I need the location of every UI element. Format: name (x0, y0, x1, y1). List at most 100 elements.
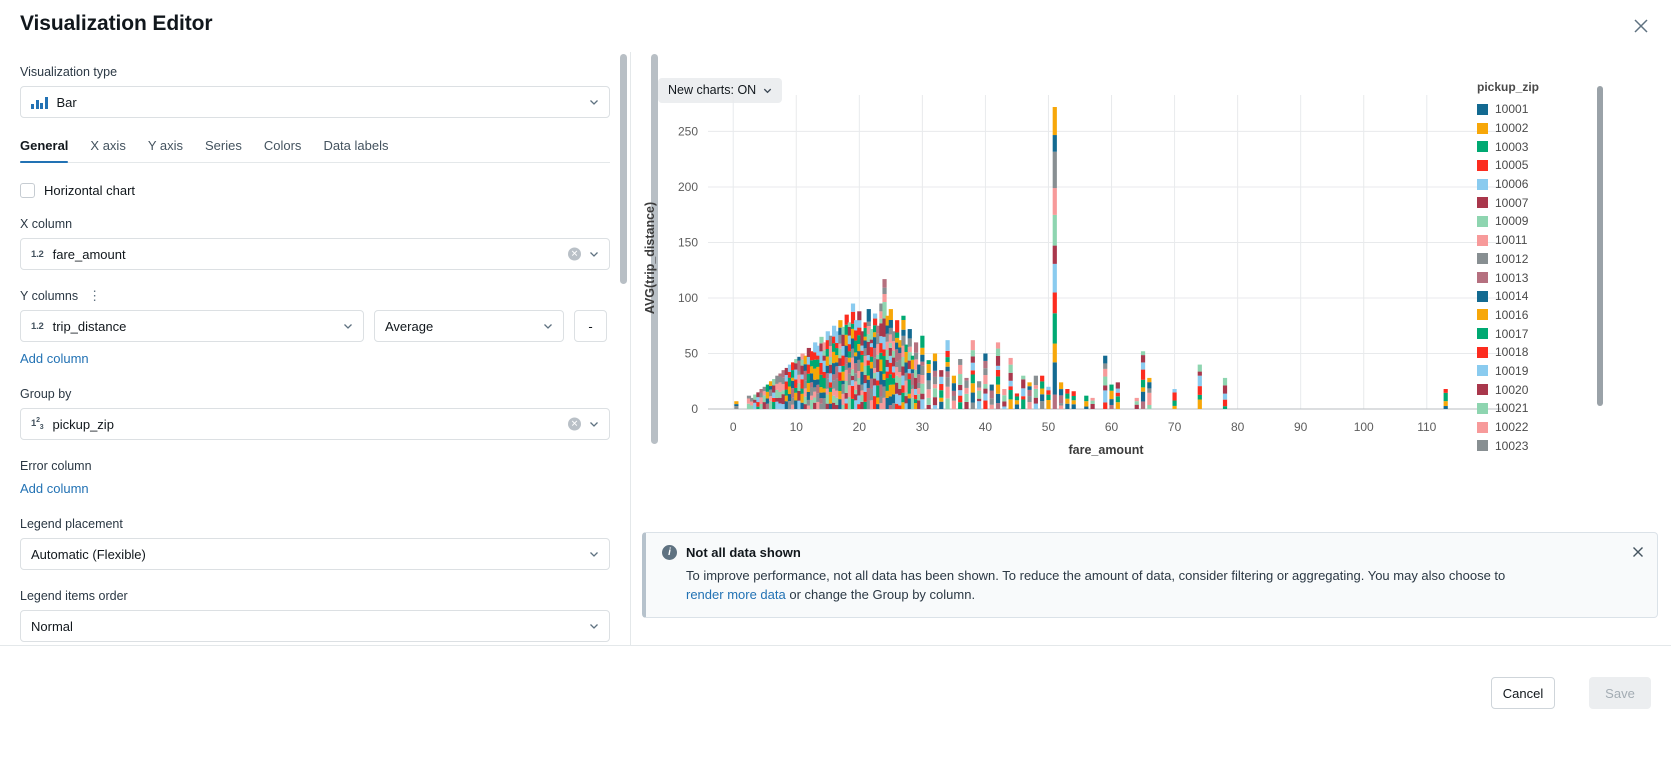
svg-text:150: 150 (678, 235, 698, 249)
legend-item-label: 10018 (1495, 345, 1529, 360)
kebab-menu-icon[interactable]: ⋮ (88, 289, 101, 302)
legend-item-label: 10009 (1495, 214, 1529, 229)
legend-item[interactable]: 10011 (1477, 231, 1597, 250)
clear-icon[interactable]: ✕ (568, 247, 581, 261)
legend-items-order-label: Legend items order (20, 589, 128, 603)
horizontal-chart-row: Horizontal chart (20, 183, 610, 198)
y-aggregation-select[interactable]: Average (374, 310, 564, 342)
modal-footer: Cancel Save (0, 645, 1671, 763)
visualization-editor-modal: Visualization Editor Visualization type … (0, 0, 1671, 763)
column-type-icon: 1.2 (31, 248, 44, 260)
legend-items-order-value: Normal (31, 618, 73, 634)
clear-icon[interactable]: ✕ (568, 417, 581, 431)
x-column-label: X column (20, 217, 73, 231)
legend-item-label: 10023 (1495, 438, 1529, 453)
remove-y-column-button[interactable]: - (574, 310, 607, 342)
tab-colors[interactable]: Colors (253, 138, 313, 162)
legend-item-label: 10016 (1495, 307, 1529, 322)
visualization-type-group: Visualization type Bar (20, 64, 610, 118)
legend-swatch (1477, 402, 1488, 414)
legend-placement-group: Legend placement Automatic (Flexible) (20, 516, 610, 570)
not-all-data-banner: i Not all data shown To improve performa… (642, 532, 1658, 618)
legend-item[interactable]: 10018 (1477, 343, 1597, 362)
tab-data-labels[interactable]: Data labels (312, 138, 399, 162)
legend-item[interactable]: 10019 (1477, 362, 1597, 381)
save-button[interactable]: Save (1589, 677, 1651, 709)
legend-item[interactable]: 10022 (1477, 418, 1597, 437)
render-more-data-link[interactable]: render more data (686, 587, 786, 602)
legend-item[interactable]: 10001 (1477, 100, 1597, 119)
legend-scrollbar[interactable] (1597, 86, 1603, 406)
svg-text:40: 40 (979, 420, 993, 434)
chevron-down-icon (588, 620, 600, 632)
legend-swatch (1477, 103, 1488, 115)
legend-item[interactable]: 10002 (1477, 119, 1597, 138)
close-icon[interactable] (1631, 545, 1645, 559)
legend-swatch (1477, 440, 1488, 452)
legend-item-label: 10019 (1495, 363, 1529, 378)
legend-swatch (1477, 253, 1488, 265)
visualization-type-select[interactable]: Bar (20, 86, 610, 118)
legend-swatch (1477, 215, 1488, 227)
add-y-column-link[interactable]: Add column (20, 351, 89, 366)
preview-panel: New charts: ON 0 50 100 150 200 250 0 10 20 30 40 5… (632, 52, 1671, 645)
legend-item[interactable]: 10016 (1477, 306, 1597, 325)
legend-placement-value: Automatic (Flexible) (31, 546, 146, 562)
chevron-down-icon (588, 248, 600, 260)
y-column-value: trip_distance (52, 318, 127, 334)
chevron-down-icon (588, 418, 600, 430)
legend-item-label: 10022 (1495, 420, 1529, 435)
bar-chart-icon (31, 96, 48, 109)
legend-item[interactable]: 10021 (1477, 399, 1597, 418)
group-by-select[interactable]: 123 pickup_zip ✕ (20, 408, 610, 440)
legend-item[interactable]: 10007 (1477, 193, 1597, 212)
tab-x-axis[interactable]: X axis (79, 138, 136, 162)
legend-swatch (1477, 122, 1488, 134)
legend-swatch (1477, 178, 1488, 190)
legend-item-label: 10014 (1495, 289, 1529, 304)
x-column-value: fare_amount (52, 246, 126, 262)
legend-item-label: 10007 (1495, 195, 1529, 210)
close-icon[interactable] (1631, 16, 1651, 36)
legend-item[interactable]: 10006 (1477, 175, 1597, 194)
group-by-label: Group by (20, 387, 72, 401)
settings-panel: Visualization type Bar General X axis Y … (0, 52, 631, 645)
legend-item[interactable]: 10023 (1477, 436, 1597, 455)
tab-general[interactable]: General (20, 138, 79, 163)
legend-swatch (1477, 421, 1488, 433)
svg-text:80: 80 (1231, 420, 1245, 434)
legend-items-order-select[interactable]: Normal (20, 610, 610, 642)
y-column-select[interactable]: 1.2 trip_distance (20, 310, 364, 342)
banner-text-before: To improve performance, not all data has… (686, 568, 1506, 583)
svg-text:200: 200 (678, 180, 698, 194)
svg-text:60: 60 (1105, 420, 1119, 434)
legend-item-label: 10012 (1495, 251, 1529, 266)
legend-item[interactable]: 10005 (1477, 156, 1597, 175)
y-aggregation-value: Average (385, 318, 434, 334)
chevron-down-icon (588, 96, 600, 108)
legend-item[interactable]: 10013 (1477, 268, 1597, 287)
legend-item[interactable]: 10017 (1477, 324, 1597, 343)
legend-item-label: 10011 (1495, 233, 1528, 248)
legend-item[interactable]: 10014 (1477, 287, 1597, 306)
svg-text:30: 30 (916, 420, 930, 434)
legend-swatch (1477, 290, 1488, 302)
cancel-button[interactable]: Cancel (1491, 677, 1555, 709)
horizontal-chart-checkbox[interactable] (20, 183, 35, 198)
legend-item-label: 10017 (1495, 326, 1529, 341)
legend-item-label: 10001 (1495, 102, 1529, 117)
x-column-select[interactable]: 1.2 fare_amount ✕ (20, 238, 610, 270)
column-type-icon: 123 (31, 416, 44, 432)
legend-placement-select[interactable]: Automatic (Flexible) (20, 538, 610, 570)
add-error-column-link[interactable]: Add column (20, 481, 89, 496)
legend-item[interactable]: 10009 (1477, 212, 1597, 231)
visualization-type-label: Visualization type (20, 65, 118, 79)
y-columns-group: Y columns ⋮ 1.2 trip_distance Average - … (20, 288, 610, 368)
legend-item[interactable]: 10003 (1477, 137, 1597, 156)
tab-y-axis[interactable]: Y axis (137, 138, 194, 162)
tab-series[interactable]: Series (194, 138, 253, 162)
legend-item[interactable]: 10012 (1477, 250, 1597, 269)
legend-swatch (1477, 159, 1488, 171)
legend-item[interactable]: 10020 (1477, 380, 1597, 399)
svg-text:90: 90 (1294, 420, 1308, 434)
